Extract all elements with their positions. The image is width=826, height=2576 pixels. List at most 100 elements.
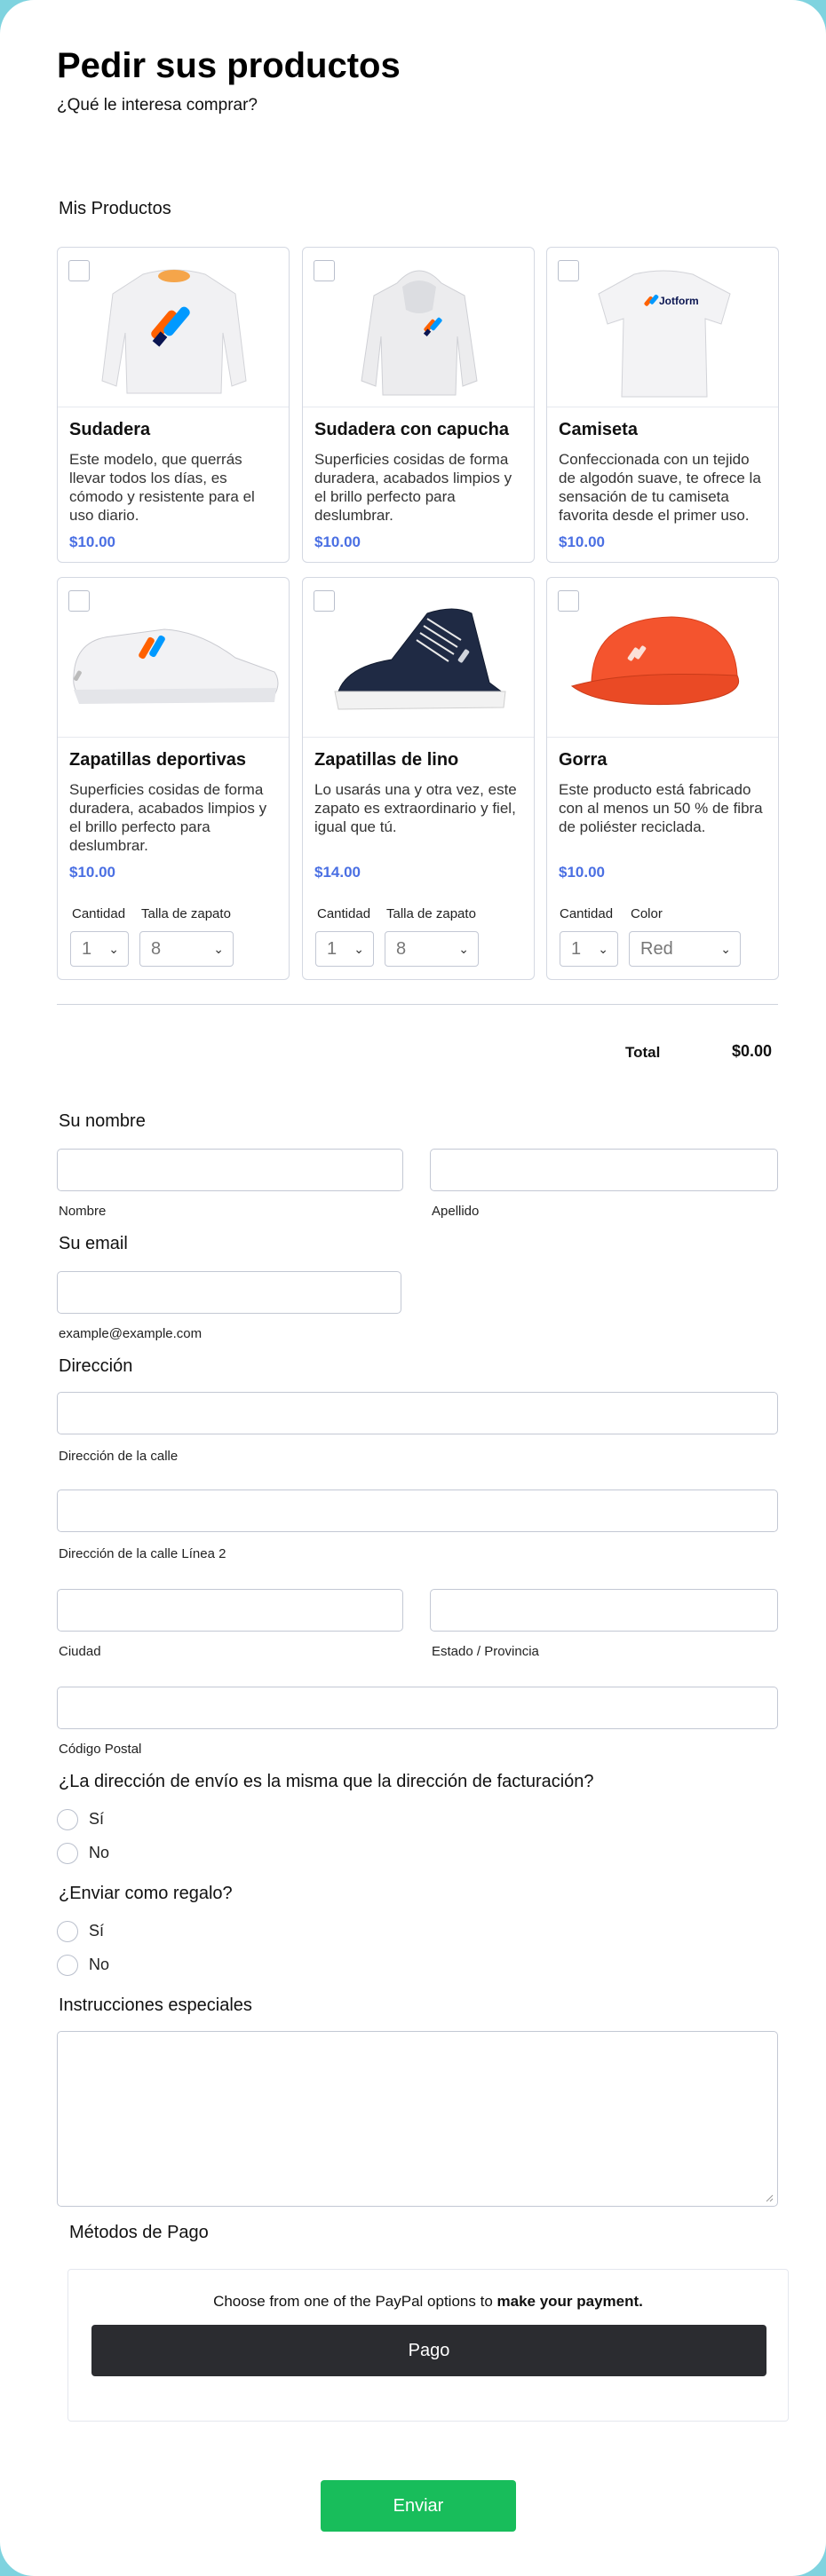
product-description: Lo usarás una y otra vez, este zapato es… <box>314 781 517 835</box>
product-checkbox[interactable] <box>68 260 90 281</box>
first-name-input[interactable] <box>57 1149 403 1191</box>
hoodie-image <box>361 270 478 396</box>
gift-no-label[interactable]: No <box>89 1956 109 1974</box>
gift-no-radio[interactable] <box>57 1955 78 1976</box>
product-card-sudadera-capucha[interactable]: Sudadera con capucha Superficies cosidas… <box>302 247 535 563</box>
product-price: $10.00 <box>69 533 115 550</box>
tshirt-image: Jotform <box>598 270 731 398</box>
gift-question: ¿Enviar como regalo? <box>59 1884 233 1903</box>
resize-handle-icon[interactable] <box>765 2193 774 2202</box>
tshirt-logo-text: Jotform <box>659 295 699 307</box>
product-price: $10.00 <box>69 864 115 881</box>
chevron-down-icon: ⌄ <box>598 942 608 956</box>
product-image <box>58 578 289 738</box>
product-description: Superficies cosidas de forma duradera, a… <box>69 781 267 854</box>
product-name: Camiseta <box>559 420 638 439</box>
product-checkbox[interactable] <box>558 590 579 612</box>
product-card-zapatillas-lino[interactable]: Zapatillas de lino Lo usarás una y otra … <box>302 577 535 980</box>
shipping-same-yes-label[interactable]: Sí <box>89 1810 104 1829</box>
city-sublabel: Ciudad <box>59 1644 101 1659</box>
product-description: Superficies cosidas de forma duradera, a… <box>314 451 512 524</box>
shipping-same-no-label[interactable]: No <box>89 1844 109 1862</box>
quantity-label: Cantidad <box>317 906 371 921</box>
products-label: Mis Productos <box>59 199 171 218</box>
email-section-label: Su email <box>59 1234 128 1253</box>
shipping-same-no-radio[interactable] <box>57 1843 78 1864</box>
product-image: Jotform <box>547 248 778 407</box>
option-label: Talla de zapato <box>386 906 476 921</box>
product-price: $10.00 <box>559 533 605 550</box>
city-input[interactable] <box>57 1589 403 1632</box>
email-sublabel: example@example.com <box>59 1326 203 1341</box>
product-card-sudadera[interactable]: Sudadera Este modelo, que querrás llevar… <box>57 247 290 563</box>
postal-code-sublabel: Código Postal <box>59 1742 142 1757</box>
quantity-select[interactable]: 1 ⌄ <box>315 931 374 967</box>
quantity-select[interactable]: 1 ⌄ <box>70 931 129 967</box>
state-input[interactable] <box>430 1589 778 1632</box>
gift-yes-label[interactable]: Sí <box>89 1922 104 1940</box>
payment-instruction: Choose from one of the PayPal options to… <box>213 2293 643 2310</box>
email-input[interactable] <box>57 1271 401 1314</box>
postal-code-input[interactable] <box>57 1687 778 1729</box>
payment-methods-label: Métodos de Pago <box>69 2223 209 2242</box>
cap-image <box>570 616 740 706</box>
street-address-sublabel: Dirección de la calle <box>59 1449 179 1464</box>
quantity-label: Cantidad <box>72 906 126 921</box>
product-description: Este modelo, que querrás llevar todos lo… <box>69 451 255 524</box>
first-name-sublabel: Nombre <box>59 1204 107 1219</box>
page-title: Pedir sus productos <box>57 46 401 85</box>
product-name: Sudadera con capucha <box>314 420 509 439</box>
product-price: $10.00 <box>559 864 605 881</box>
chevron-down-icon: ⌄ <box>720 942 731 956</box>
pay-button[interactable]: Pago <box>91 2325 766 2376</box>
chevron-down-icon: ⌄ <box>108 942 119 956</box>
product-name: Gorra <box>559 750 608 770</box>
option-label: Color <box>631 906 663 921</box>
shoe-size-select[interactable]: 8 ⌄ <box>139 931 234 967</box>
product-price: $14.00 <box>314 864 361 881</box>
instructions-textarea[interactable] <box>57 2031 778 2207</box>
last-name-sublabel: Apellido <box>432 1204 480 1219</box>
state-sublabel: Estado / Provincia <box>432 1644 539 1659</box>
product-description: Este producto está fabricado con al meno… <box>559 781 763 835</box>
street-address-line2-sublabel: Dirección de la calle Línea 2 <box>59 1546 226 1561</box>
chevron-down-icon: ⌄ <box>458 942 469 956</box>
quantity-label: Cantidad <box>560 906 614 921</box>
instructions-label: Instrucciones especiales <box>59 1995 252 2015</box>
chevron-down-icon: ⌄ <box>353 942 364 956</box>
quantity-select[interactable]: 1 ⌄ <box>560 931 618 967</box>
shoe-size-select[interactable]: 8 ⌄ <box>385 931 479 967</box>
product-card-camiseta[interactable]: Jotform Camiseta Confeccionada con un te… <box>546 247 779 563</box>
color-select[interactable]: Red ⌄ <box>629 931 741 967</box>
product-image <box>58 248 289 407</box>
payment-box: Choose from one of the PayPal options to… <box>68 2269 789 2422</box>
sneaker-image <box>73 628 279 704</box>
product-checkbox[interactable] <box>68 590 90 612</box>
street-address-input[interactable] <box>57 1392 778 1434</box>
product-card-zapatillas-deportivas[interactable]: Zapatillas deportivas Superficies cosida… <box>57 577 290 980</box>
total-value: $0.00 <box>732 1042 773 1060</box>
last-name-input[interactable] <box>430 1149 778 1191</box>
total-label: Total <box>625 1044 661 1061</box>
divider <box>57 1004 778 1005</box>
product-price: $10.00 <box>314 533 361 550</box>
shipping-same-yes-radio[interactable] <box>57 1809 78 1830</box>
street-address-line2-input[interactable] <box>57 1489 778 1532</box>
product-name: Zapatillas de lino <box>314 750 459 770</box>
product-card-gorra[interactable]: Gorra Este producto está fabricado con a… <box>546 577 779 980</box>
product-description: Confeccionada con un tejido de algodón s… <box>559 451 761 524</box>
page-subtitle: ¿Qué le interesa comprar? <box>57 96 258 115</box>
product-image <box>303 578 534 738</box>
gift-yes-radio[interactable] <box>57 1921 78 1942</box>
product-checkbox[interactable] <box>314 590 335 612</box>
product-image <box>547 578 778 738</box>
submit-button[interactable]: Enviar <box>321 2480 516 2532</box>
product-name: Sudadera <box>69 420 151 439</box>
address-section-label: Dirección <box>59 1356 133 1376</box>
option-label: Talla de zapato <box>141 906 231 921</box>
shipping-same-question: ¿La dirección de envío es la misma que l… <box>59 1772 594 1791</box>
product-checkbox[interactable] <box>314 260 335 281</box>
canvas-shoe-image <box>334 608 506 710</box>
product-name: Zapatillas deportivas <box>69 750 246 770</box>
product-checkbox[interactable] <box>558 260 579 281</box>
